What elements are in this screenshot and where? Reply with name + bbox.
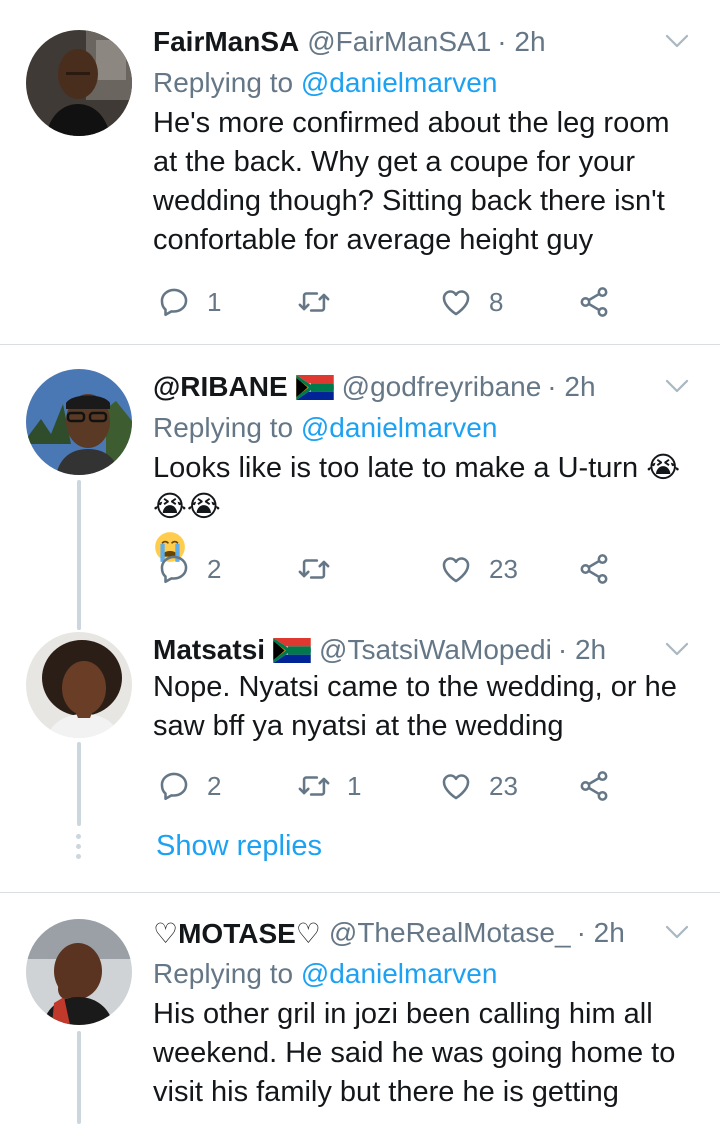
south-africa-flag-icon	[273, 638, 311, 663]
retweet-button[interactable]	[297, 549, 331, 589]
mention-link[interactable]: @danielmarven	[301, 67, 498, 98]
caret-down-icon[interactable]	[662, 26, 692, 56]
thread-line	[77, 1031, 81, 1124]
replying-to: Replying to @danielmarven	[153, 64, 696, 102]
timestamp[interactable]: · 2h	[558, 634, 606, 666]
share-button[interactable]	[577, 282, 611, 322]
caret-down-icon[interactable]	[662, 917, 692, 947]
replying-to-label: Replying to	[153, 412, 294, 443]
avatar-matsatsi[interactable]	[26, 632, 132, 738]
like-icon	[439, 285, 473, 319]
retweet-icon	[297, 552, 331, 586]
timestamp[interactable]: · 2h	[577, 917, 625, 949]
tweet-text-line: confortable for average height guy	[153, 224, 594, 256]
more-replies-dots	[76, 834, 82, 864]
like-button[interactable]: 23	[439, 549, 518, 589]
display-name[interactable]: ♡MOTASE♡	[153, 917, 321, 950]
user-handle[interactable]: @TsatsiWaMopedi	[319, 634, 552, 666]
tweet-text: His other gril in jozi been calling him …	[153, 995, 696, 1112]
timestamp[interactable]: · 2h	[497, 26, 545, 58]
share-button[interactable]	[577, 549, 611, 589]
share-icon	[577, 769, 611, 803]
tweet-text: Looks like is too late to make a U-turn …	[153, 449, 696, 565]
thread-line	[77, 742, 81, 826]
user-handle[interactable]: @TheRealMotase_	[329, 917, 571, 949]
retweet-button[interactable]	[297, 282, 331, 322]
share-button[interactable]	[577, 766, 611, 806]
retweet-button[interactable]: 1	[297, 766, 361, 806]
tweet-actions: 2 1 23	[153, 766, 633, 806]
replying-to: Replying to @danielmarven	[153, 955, 696, 993]
tweet-header: Matsatsi @TsatsiWaMopedi · 2h	[153, 628, 696, 672]
display-name[interactable]: Matsatsi	[153, 634, 265, 666]
avatar-fairmansa[interactable]	[26, 30, 132, 136]
like-count: 8	[489, 286, 504, 317]
avatar-motase[interactable]	[26, 919, 132, 1025]
tweet-actions: 1 8	[153, 282, 633, 322]
tweet-text-line: Nope. Nyatsi came to the wedding, or he	[153, 671, 677, 703]
replying-to-label: Replying to	[153, 958, 294, 989]
tweet-text-line: at the back. Why get a coupe for your	[153, 146, 635, 178]
caret-down-icon[interactable]	[662, 634, 692, 664]
timestamp[interactable]: · 2h	[547, 371, 595, 403]
like-icon	[439, 769, 473, 803]
tweet-text-line: wedding though? Sitting back there isn't	[153, 185, 665, 217]
south-africa-flag-icon	[296, 375, 334, 400]
tweet-header: ♡MOTASE♡ @TheRealMotase_ · 2h	[153, 911, 696, 955]
reply-icon	[157, 769, 191, 803]
reply-button[interactable]: 2	[157, 549, 221, 589]
caret-down-icon[interactable]	[662, 371, 692, 401]
tweet-header: @RIBANE @godfreyribane · 2h	[153, 365, 696, 409]
tweet-text-line: saw bff ya nyatsi at the wedding	[153, 710, 564, 742]
like-count: 23	[489, 553, 518, 584]
retweet-icon	[297, 769, 331, 803]
tweet-actions: 2 23	[153, 549, 633, 589]
mention-link[interactable]: @danielmarven	[301, 958, 498, 989]
user-handle[interactable]: @godfreyribane	[342, 371, 542, 403]
tweet-text-line: weekend. He said he was going home to	[153, 1037, 676, 1069]
tweet-header: FairManSA @FairManSA1 · 2h	[153, 20, 696, 64]
reply-count: 2	[207, 553, 222, 584]
tweet-matsatsi[interactable]: Matsatsi @TsatsiWaMopedi · 2h Nope. Nyat…	[0, 612, 720, 892]
tweet-text-line: He's more confirmed about the leg room	[153, 107, 670, 139]
reply-count: 1	[207, 286, 222, 317]
replying-to: Replying to @danielmarven	[153, 409, 696, 447]
tweet-text: Nope. Nyatsi came to the wedding, or he …	[153, 668, 696, 746]
reply-button[interactable]: 2	[157, 766, 221, 806]
reply-icon	[157, 552, 191, 586]
user-handle[interactable]: @FairManSA1	[307, 26, 491, 58]
replying-to-label: Replying to	[153, 67, 294, 98]
like-button[interactable]: 23	[439, 766, 518, 806]
reply-icon	[157, 285, 191, 319]
retweet-icon	[297, 285, 331, 319]
like-button[interactable]: 8	[439, 282, 503, 322]
like-count: 23	[489, 770, 518, 801]
tweet-fairmansa[interactable]: FairManSA @FairManSA1 · 2h Replying to @…	[0, 0, 720, 344]
avatar-ribane[interactable]	[26, 369, 132, 475]
thread-line	[77, 480, 81, 630]
mention-link[interactable]: @danielmarven	[301, 412, 498, 443]
thread-line	[77, 612, 81, 630]
tweet-motase[interactable]: ♡MOTASE♡ @TheRealMotase_ · 2h Replying t…	[0, 893, 720, 1124]
tweet-text-line: Looks like is too late to make a U-turn …	[153, 452, 681, 523]
tweet-ribane[interactable]: @RIBANE @godfreyribane · 2h Replying to …	[0, 345, 720, 630]
show-replies-link[interactable]: Show replies	[156, 830, 322, 863]
share-icon	[577, 552, 611, 586]
like-icon	[439, 552, 473, 586]
display-name[interactable]: @RIBANE	[153, 371, 288, 403]
retweet-count: 1	[347, 770, 362, 801]
tweet-text-line: His other gril in jozi been calling him …	[153, 998, 653, 1030]
tweet-text-line: visit his family but there he is getting	[153, 1076, 619, 1108]
display-name[interactable]: FairManSA	[153, 26, 299, 58]
reply-count: 2	[207, 770, 222, 801]
tweet-text: He's more confirmed about the leg room a…	[153, 104, 696, 260]
reply-button[interactable]: 1	[157, 282, 221, 322]
share-icon	[577, 285, 611, 319]
